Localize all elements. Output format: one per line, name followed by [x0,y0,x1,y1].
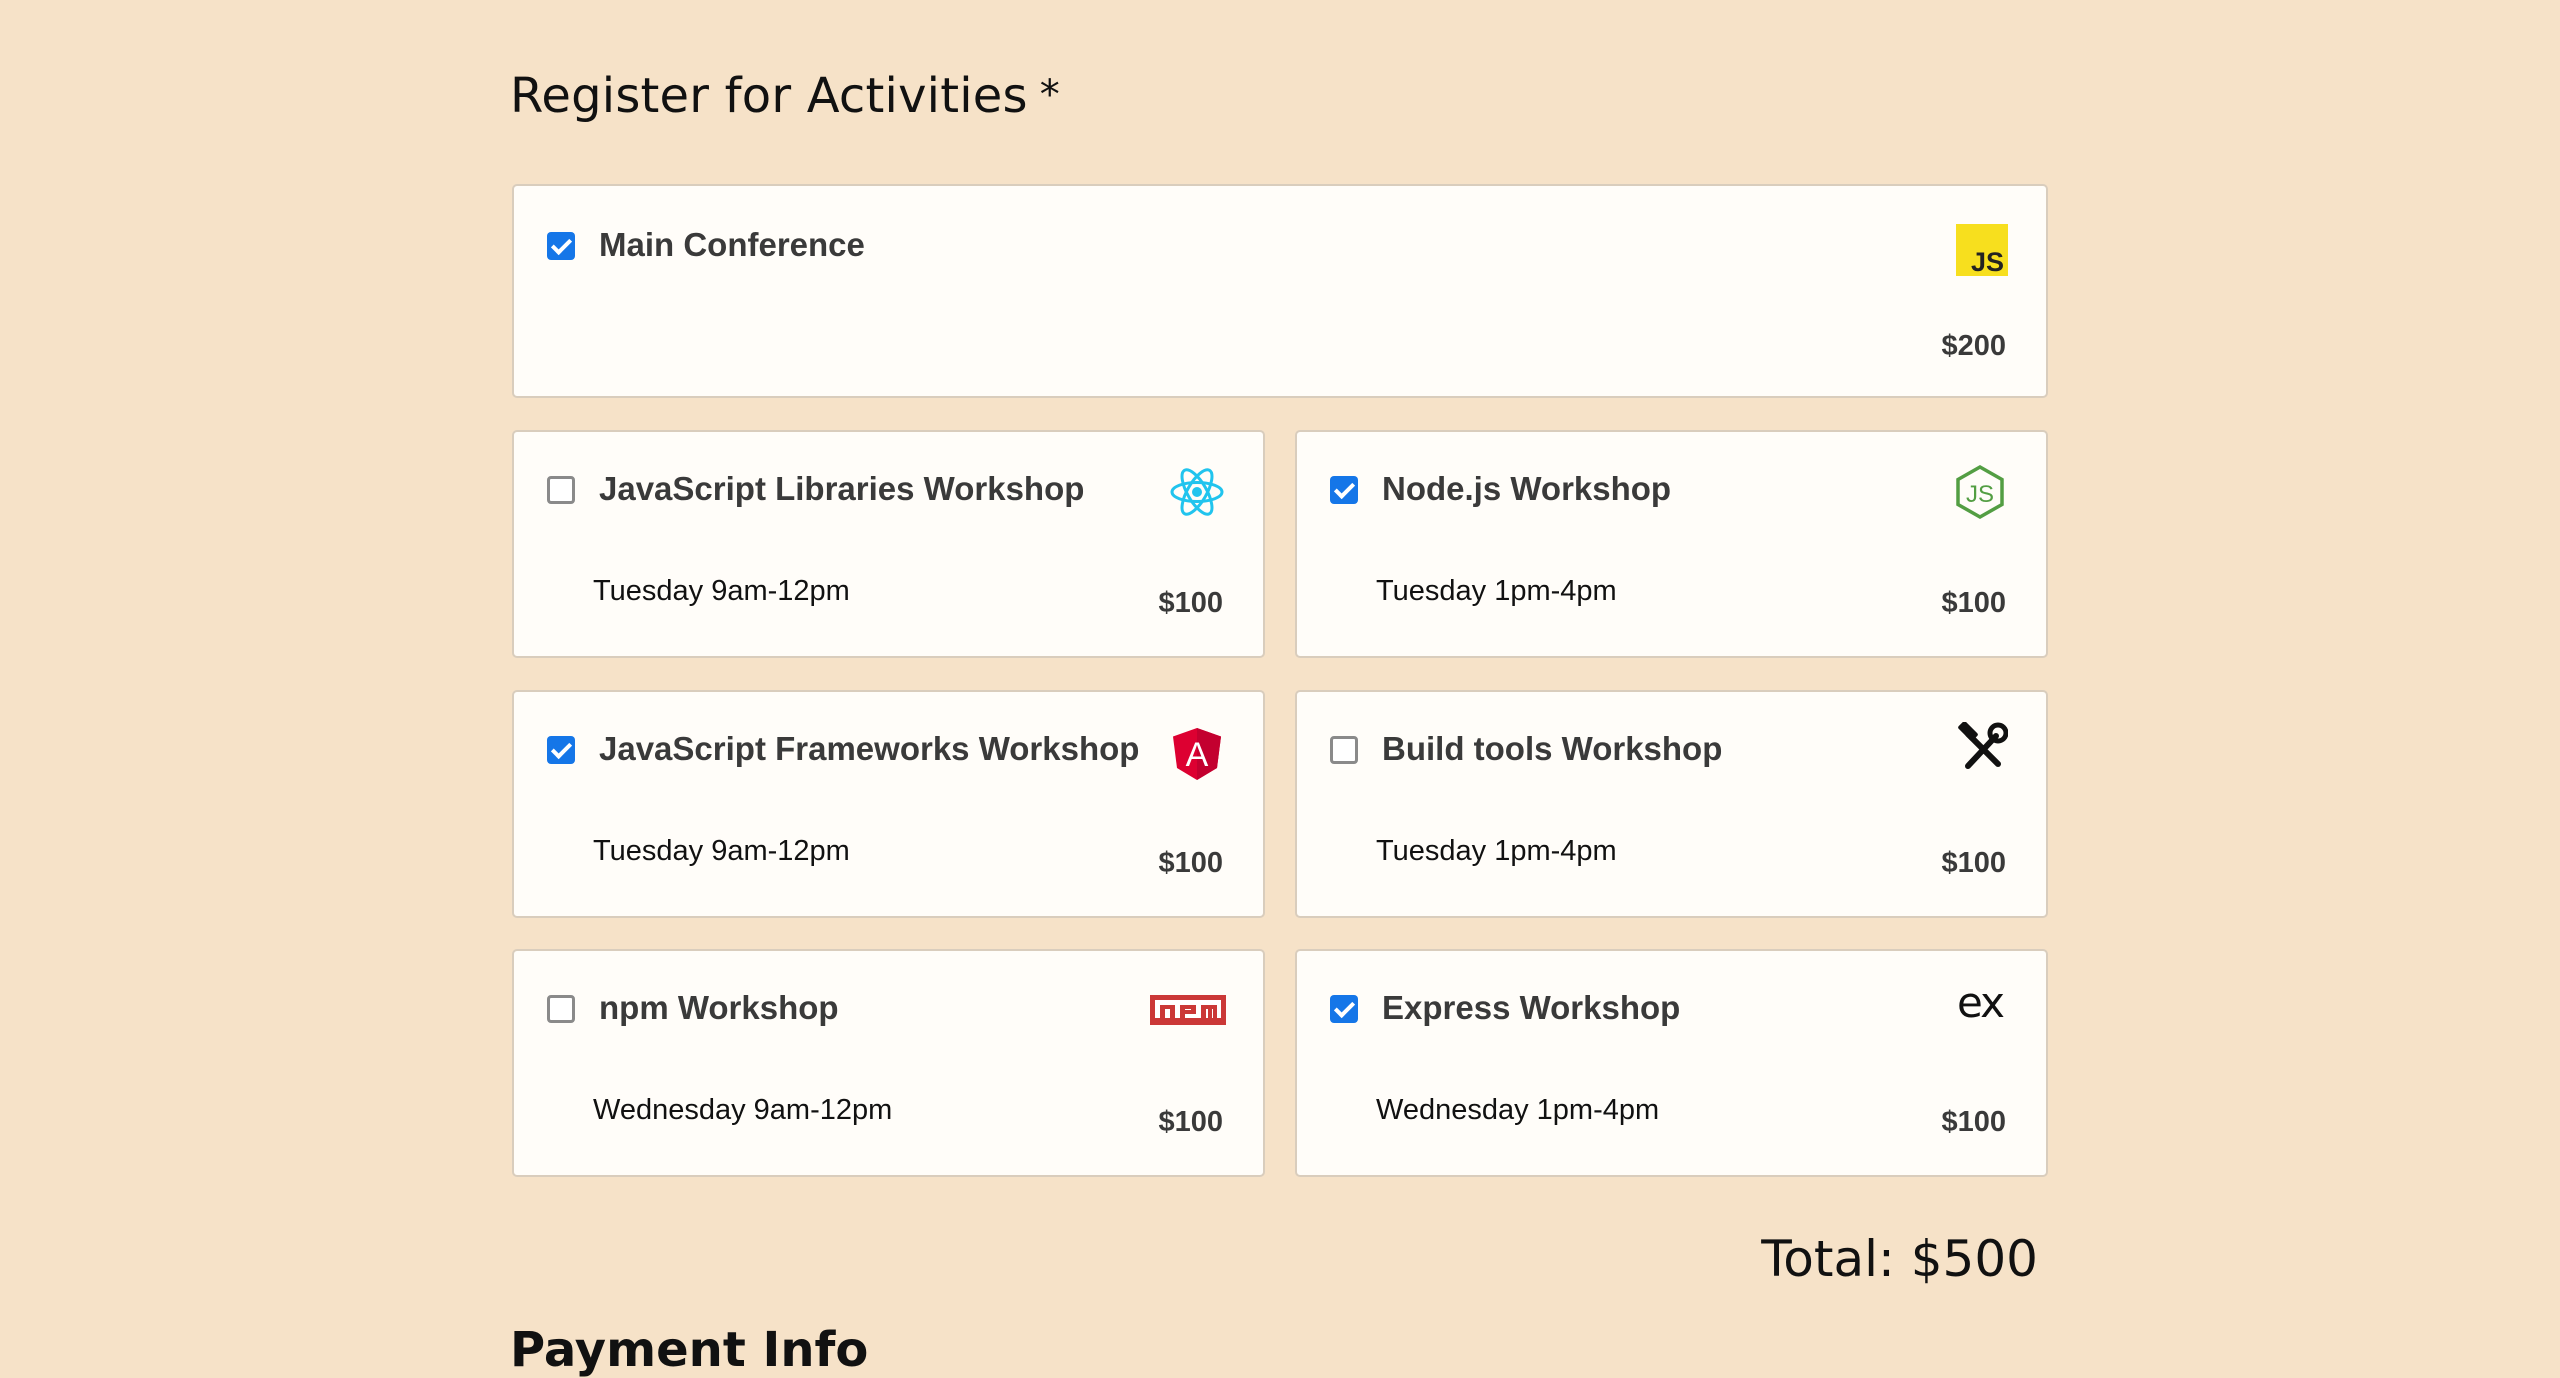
express-logo-icon: ex [1952,978,2008,1029]
activity-price: $100 [1158,587,1223,619]
svg-text:JS: JS [1966,481,1994,508]
activity-price: $100 [1941,847,2006,879]
activity-time: Tuesday 9am-12pm [593,575,850,607]
activities-title-text: Register for Activities [510,68,1028,124]
checkbox-npm[interactable] [547,995,575,1023]
activity-time: Tuesday 1pm-4pm [1376,575,1617,607]
activity-card-main-conference[interactable]: Main Conference JS $200 [512,184,2048,398]
svg-text:JS: JS [1971,247,2004,276]
react-logo-icon [1169,464,1225,520]
activity-time: Tuesday 9am-12pm [593,835,850,867]
activity-card-js-frameworks[interactable]: JavaScript Frameworks Workshop A Tuesday… [512,690,1265,918]
activity-name: Node.js Workshop [1382,470,1672,507]
activities-page: Register for Activities * Main Conference… [0,0,2560,1378]
checkbox-main-conference[interactable] [547,232,575,260]
required-asterisk: * [1039,72,1060,118]
activities-section-title: Register for Activities * [510,68,1060,124]
checkbox-nodejs[interactable] [1330,476,1358,504]
npm-logo-icon [1150,995,1226,1025]
tools-icon [1956,721,2009,774]
checkbox-js-frameworks[interactable] [547,736,575,764]
javascript-logo-icon: JS [1956,224,2008,277]
activity-name: JavaScript Libraries Workshop [599,470,1085,507]
activity-name: Main Conference [599,226,865,263]
activity-card-express[interactable]: Express Workshop ex Wednesday 1pm-4pm $1… [1295,949,2048,1177]
svg-text:ex: ex [1957,981,2004,1027]
activity-price: $200 [1941,330,2006,362]
activity-name: npm Workshop [599,989,839,1026]
payment-section-title: Payment Info [510,1322,869,1378]
activity-card-npm[interactable]: npm Workshop Wednesday 9am-12pm $100 [512,949,1265,1177]
checkbox-express[interactable] [1330,995,1358,1023]
activity-price: $100 [1158,1106,1223,1138]
activity-name: JavaScript Frameworks Workshop [599,730,1140,767]
activity-card-nodejs[interactable]: Node.js Workshop JS Tuesday 1pm-4pm $100 [1295,430,2048,658]
checkbox-js-libraries[interactable] [547,476,575,504]
activity-time: Tuesday 1pm-4pm [1376,835,1617,867]
checkbox-build-tools[interactable] [1330,736,1358,764]
activity-price: $100 [1941,587,2006,619]
activity-card-build-tools[interactable]: Build tools Workshop Tuesday 1pm-4pm $10… [1295,690,2048,918]
angular-logo-icon: A [1169,726,1225,782]
activity-time: Wednesday 9am-12pm [593,1094,893,1126]
activity-price: $100 [1941,1106,2006,1138]
activity-name: Build tools Workshop [1382,730,1723,767]
activities-total: Total: $500 [1761,1230,2038,1288]
activity-card-js-libraries[interactable]: JavaScript Libraries Workshop Tuesday 9a… [512,430,1265,658]
svg-text:A: A [1186,736,1209,774]
activity-time: Wednesday 1pm-4pm [1376,1094,1660,1126]
nodejs-logo-icon: JS [1952,464,2008,520]
activity-price: $100 [1158,847,1223,879]
activity-name: Express Workshop [1382,989,1681,1026]
